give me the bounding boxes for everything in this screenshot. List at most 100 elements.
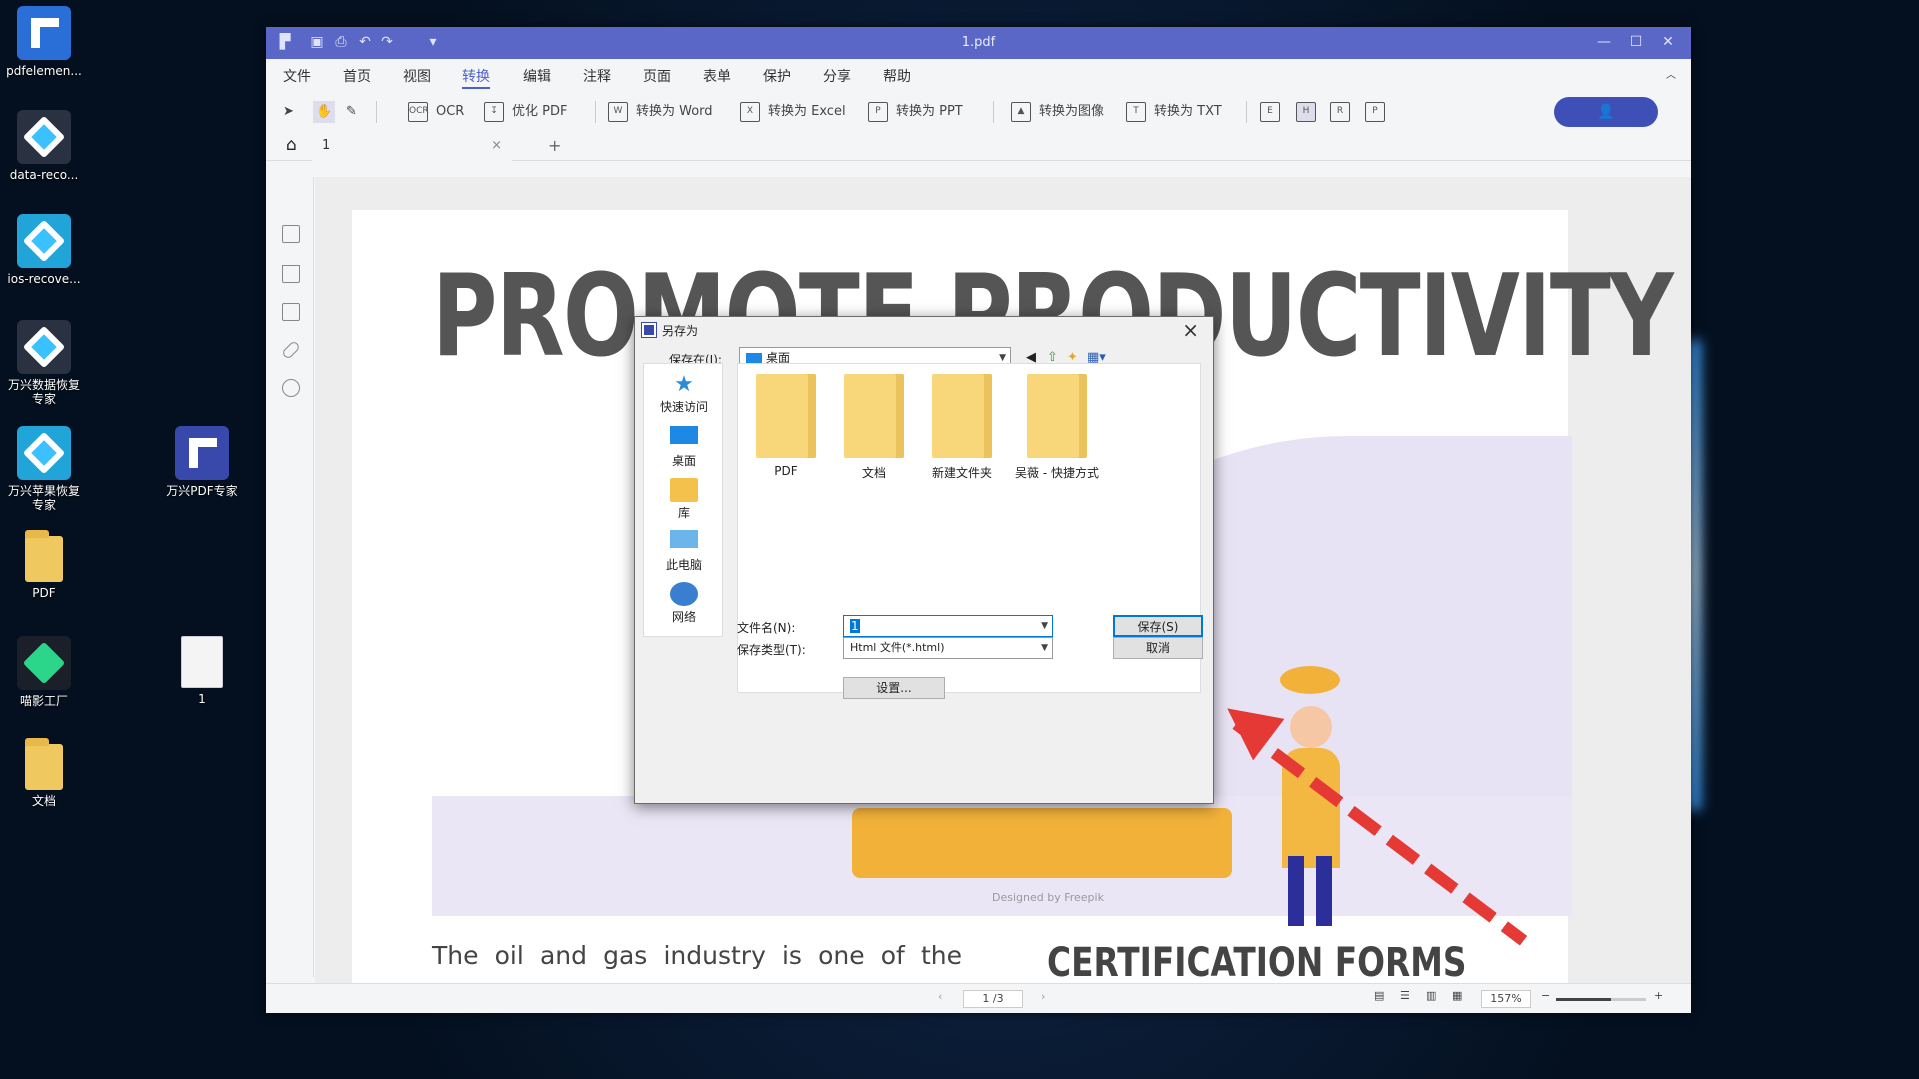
minimize-icon[interactable]: — <box>1595 33 1613 51</box>
collapse-ribbon-icon[interactable]: ︿ <box>1666 66 1676 81</box>
coin-stack-illustration <box>852 808 1232 878</box>
comments-icon[interactable] <box>282 303 300 321</box>
desktop-icon-data-recovery[interactable]: data-reco... <box>0 110 90 182</box>
thumbnail-grid-icon[interactable]: ▦ <box>1452 989 1462 1002</box>
to-pdfa-icon[interactable]: P <box>1365 101 1393 123</box>
desktop-icon-pdfelement[interactable]: pdfelemen... <box>0 6 90 78</box>
select-tool-icon[interactable]: ➤ <box>283 101 294 123</box>
dialog-title: 另存为 <box>662 324 699 338</box>
desktop-icon-file-1[interactable]: 1 <box>156 636 248 706</box>
places-bar: ★ 快速访问 桌面 库 此电脑 网络 <box>643 363 723 637</box>
menu-edit[interactable]: 编辑 <box>523 66 551 86</box>
hand-tool-icon[interactable]: ✋ <box>313 101 336 123</box>
optimize-pdf-button[interactable]: ↧ 优化 PDF <box>484 101 567 123</box>
to-word-button[interactable]: W 转换为 Word <box>608 101 713 123</box>
document-icon <box>181 636 223 688</box>
menu-protect[interactable]: 保护 <box>763 66 791 86</box>
excel-icon: X <box>740 101 760 122</box>
ocr-icon: OCR <box>408 101 429 122</box>
data-recovery-app-icon <box>17 110 71 164</box>
ppt-icon: P <box>868 101 888 122</box>
file-item-docs[interactable]: 文档 <box>826 374 922 481</box>
close-icon[interactable]: ✕ <box>1659 33 1677 51</box>
save-button[interactable]: 保存(S) <box>1113 615 1203 637</box>
title-bar: ▛ ▣ ⎙ ↶ ↷ ▾ 1.pdf — ☐ ✕ <box>266 27 1691 59</box>
two-page-icon[interactable]: ▥ <box>1426 989 1436 1002</box>
file-item-shortcut[interactable]: 吴薇 - 快捷方式 <box>1002 374 1112 481</box>
left-panel <box>266 177 314 977</box>
place-network[interactable]: 网络 <box>644 582 724 625</box>
file-item-pdf[interactable]: PDF <box>738 374 834 478</box>
folder-icon <box>932 374 992 458</box>
page-number-field[interactable]: 1 /3 <box>963 990 1023 1008</box>
zoom-in-button[interactable]: + <box>1654 989 1663 1002</box>
folder-icon <box>25 738 63 790</box>
file-item-new-folder[interactable]: 新建文件夹 <box>914 374 1010 481</box>
place-this-pc[interactable]: 此电脑 <box>644 530 724 573</box>
filename-input[interactable]: 1 ▼ <box>843 615 1053 637</box>
settings-button[interactable]: 设置... <box>843 677 945 699</box>
menu-file[interactable]: 文件 <box>283 66 311 86</box>
filetype-select[interactable]: Html 文件(*.html) ▼ <box>843 637 1053 659</box>
maximize-icon[interactable]: ☐ <box>1627 33 1645 51</box>
menu-share[interactable]: 分享 <box>823 66 851 86</box>
menu-convert[interactable]: 转换 <box>462 66 490 89</box>
menu-comment[interactable]: 注释 <box>583 66 611 86</box>
filmora-app-icon <box>17 636 71 690</box>
to-txt-button[interactable]: T 转换为 TXT <box>1126 101 1222 123</box>
to-excel-button[interactable]: X 转换为 Excel <box>740 101 846 123</box>
to-rtf-icon[interactable]: R <box>1330 101 1358 123</box>
place-desktop[interactable]: 桌面 <box>644 426 724 469</box>
word-icon: W <box>608 101 628 122</box>
image-credit: Designed by Freepik <box>992 891 1104 904</box>
pdfelement-app-icon <box>17 6 71 60</box>
body-paragraph: The oil and gas industry is one of the m… <box>432 941 962 983</box>
ios-recovery-app-icon <box>17 214 71 268</box>
attachment-icon[interactable] <box>281 340 301 360</box>
continuous-icon[interactable]: ☰ <box>1400 989 1410 1002</box>
to-html-icon[interactable]: H <box>1296 101 1324 123</box>
account-button[interactable]: 👤 <box>1554 97 1658 127</box>
menu-bar: 文件 首页 视图 转换 编辑 注释 页面 表单 保护 分享 帮助 ︿ <box>266 59 1691 91</box>
desktop-icon-ios-recovery[interactable]: ios-recove... <box>0 214 90 286</box>
ocr-button[interactable]: OCR OCR <box>408 101 464 123</box>
desktop-icon-pdf-folder[interactable]: PDF <box>0 530 90 600</box>
menu-help[interactable]: 帮助 <box>883 66 911 86</box>
to-ppt-button[interactable]: P 转换为 PPT <box>868 101 963 123</box>
document-tab[interactable]: 1 × <box>312 131 512 161</box>
edit-tool-icon[interactable]: ✎ <box>346 101 357 123</box>
new-tab-button[interactable]: + <box>548 136 561 155</box>
menu-form[interactable]: 表单 <box>703 66 731 86</box>
thumbnails-icon[interactable] <box>282 225 300 243</box>
bookmark-icon[interactable] <box>282 265 300 283</box>
network-icon <box>670 582 698 606</box>
desktop-icon-filmora[interactable]: 喵影工厂 <box>0 636 90 708</box>
menu-page[interactable]: 页面 <box>643 66 671 86</box>
next-page-icon[interactable]: › <box>1041 990 1045 1003</box>
zoom-out-button[interactable]: − <box>1541 989 1550 1002</box>
single-page-icon[interactable]: ▤ <box>1374 989 1384 1002</box>
section-title: CERTIFICATION FORMS <box>1047 940 1467 983</box>
place-quick-access[interactable]: ★ 快速访问 <box>644 372 724 415</box>
desktop-icon-wondershare-pdf[interactable]: 万兴PDF专家 <box>156 426 248 498</box>
zoom-slider[interactable] <box>1556 998 1646 1001</box>
menu-view[interactable]: 视图 <box>403 66 431 86</box>
zoom-level[interactable]: 157% <box>1481 990 1531 1008</box>
place-library[interactable]: 库 <box>644 478 724 521</box>
menu-home[interactable]: 首页 <box>343 66 371 86</box>
apple-recovery-app-icon <box>17 426 71 480</box>
desktop-icon-wondershare-recovery[interactable]: 万兴数据恢复专家 <box>0 320 90 406</box>
prev-page-icon[interactable]: ‹ <box>938 990 942 1003</box>
to-epub-icon[interactable]: E <box>1260 101 1288 123</box>
user-icon: 👤 <box>1597 104 1615 120</box>
home-icon[interactable]: ⌂ <box>286 135 297 155</box>
tab-close-icon[interactable]: × <box>491 131 502 161</box>
to-image-button[interactable]: ▲ 转换为图像 <box>1011 101 1104 123</box>
library-icon <box>670 478 698 502</box>
cancel-button[interactable]: 取消 <box>1113 637 1203 659</box>
folder-icon <box>25 530 63 582</box>
search-icon[interactable] <box>282 379 300 397</box>
desktop-icon-apple-recovery[interactable]: 万兴苹果恢复专家 <box>0 426 90 512</box>
dialog-close-icon[interactable]: × <box>1182 318 1199 342</box>
desktop-icon-docs-folder[interactable]: 文档 <box>0 738 90 808</box>
